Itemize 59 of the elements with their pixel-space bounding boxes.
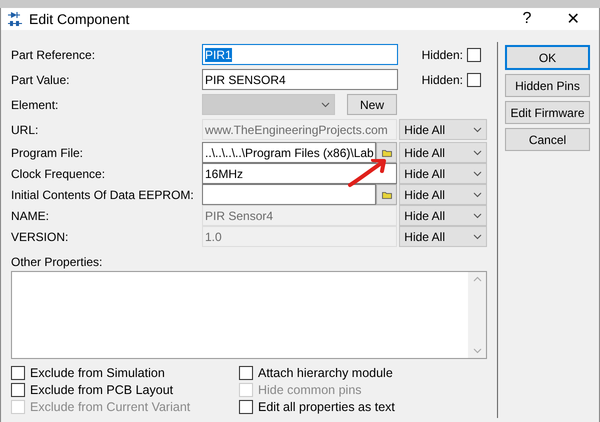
visibility-dropdown[interactable]: Hide All — [399, 205, 487, 226]
text-field[interactable]: PIR1 — [202, 44, 398, 65]
dialog-button[interactable]: Hidden Pins — [505, 74, 590, 97]
visibility-dropdown[interactable]: Hide All — [399, 226, 487, 247]
field-label: Part Reference: — [11, 48, 96, 62]
checkbox[interactable] — [11, 383, 25, 397]
field-label: URL: — [11, 122, 40, 136]
field-label: Program File: — [11, 146, 84, 160]
folder-icon — [382, 190, 392, 198]
close-button[interactable]: ✕ — [553, 8, 593, 30]
field-label: Initial Contents Of Data EEPROM: — [11, 188, 195, 202]
visibility-dropdown[interactable]: Hide All — [399, 184, 487, 205]
help-button[interactable]: ? — [507, 8, 547, 30]
field-label: VERSION: — [11, 230, 70, 244]
chevron-down-icon — [321, 102, 330, 108]
chevron-down-icon — [473, 170, 482, 176]
readonly-field: PIR Sensor4 — [202, 205, 398, 226]
chevron-down-icon — [473, 234, 482, 240]
checkbox-label: Hide common pins — [258, 383, 362, 397]
checkbox-label: Exclude from PCB Layout — [30, 383, 174, 397]
field-label: NAME: — [11, 208, 50, 222]
chevron-down-icon — [472, 150, 482, 156]
visibility-dropdown[interactable]: Hide All — [399, 142, 487, 163]
text-field[interactable]: ..\..\..\..\Program Files (x86)\Lab — [202, 142, 376, 163]
checkbox-label: Exclude from Current Variant — [30, 400, 190, 414]
hand-drawn-arrow — [348, 159, 386, 189]
field-label: Clock Frequence: — [11, 166, 106, 180]
dialog-button[interactable]: OK — [505, 45, 590, 70]
folder-icon — [382, 148, 392, 156]
dialog-button[interactable]: Edit Firmware — [505, 101, 590, 124]
checkbox[interactable] — [239, 400, 253, 414]
readonly-field: www.TheEngineeringProjects.com — [202, 119, 398, 140]
window-title: Edit Component — [29, 11, 130, 27]
browse-button[interactable] — [376, 142, 398, 163]
checkbox-label: Edit all properties as text — [258, 400, 395, 414]
field-label: Element: — [11, 98, 60, 112]
text-field[interactable] — [202, 184, 376, 205]
component-icon — [7, 11, 23, 27]
hidden-label: Hidden: — [422, 48, 463, 62]
browse-button[interactable] — [376, 184, 398, 205]
checkbox[interactable] — [11, 366, 25, 380]
visibility-dropdown[interactable]: Hide All — [399, 119, 487, 140]
dialog-button[interactable]: Cancel — [505, 128, 590, 151]
hidden-checkbox[interactable] — [467, 48, 481, 62]
properties-text-area[interactable] — [11, 271, 487, 359]
field-label: Part Value: — [11, 72, 70, 86]
checkbox-label: Exclude from Simulation — [30, 366, 165, 380]
hidden-label: Hidden: — [422, 72, 463, 86]
chevron-down-icon — [473, 126, 482, 132]
text-field[interactable]: 16MHz — [202, 163, 398, 184]
hidden-checkbox[interactable] — [467, 72, 481, 86]
text-field[interactable]: PIR SENSOR4 — [202, 69, 398, 90]
chevron-down-icon — [472, 192, 482, 198]
readonly-field: 1.0 — [202, 226, 398, 247]
checkbox[interactable] — [239, 366, 253, 380]
visibility-dropdown[interactable]: Hide All — [399, 163, 487, 184]
chevron-down-icon — [473, 212, 482, 218]
other-properties-label: Other Properties: — [11, 255, 104, 269]
checkbox-label: Attach hierarchy module — [258, 366, 393, 380]
